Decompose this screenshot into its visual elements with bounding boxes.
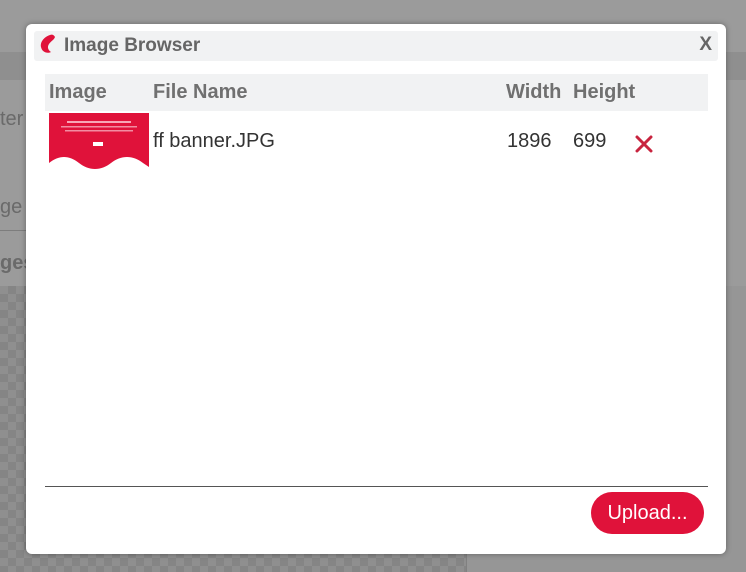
table-row[interactable]: ff banner.JPG 1896 699: [45, 112, 708, 176]
table-header: Image File Name Width Height: [45, 74, 708, 111]
width-cell: 1896: [507, 130, 552, 152]
column-header-image: Image: [49, 81, 107, 103]
app-logo-icon: [40, 34, 55, 53]
upload-button[interactable]: Upload...: [591, 492, 704, 534]
file-name-cell: ff banner.JPG: [153, 130, 275, 152]
delete-x-icon[interactable]: [633, 133, 655, 155]
dialog-titlebar[interactable]: Image Browser X: [34, 31, 718, 61]
column-header-width: Width: [506, 81, 562, 103]
image-thumbnail[interactable]: [49, 113, 149, 175]
column-header-height: Height: [573, 81, 636, 103]
close-button[interactable]: X: [699, 34, 712, 56]
background-text: ter: [0, 108, 24, 130]
image-browser-dialog: Image Browser X Image File Name Width He…: [26, 24, 726, 554]
column-header-file-name: File Name: [153, 81, 248, 103]
height-cell: 699: [573, 130, 607, 152]
background-text: ge: [0, 196, 23, 218]
dialog-title: Image Browser: [64, 35, 201, 56]
footer-divider: [45, 486, 708, 487]
